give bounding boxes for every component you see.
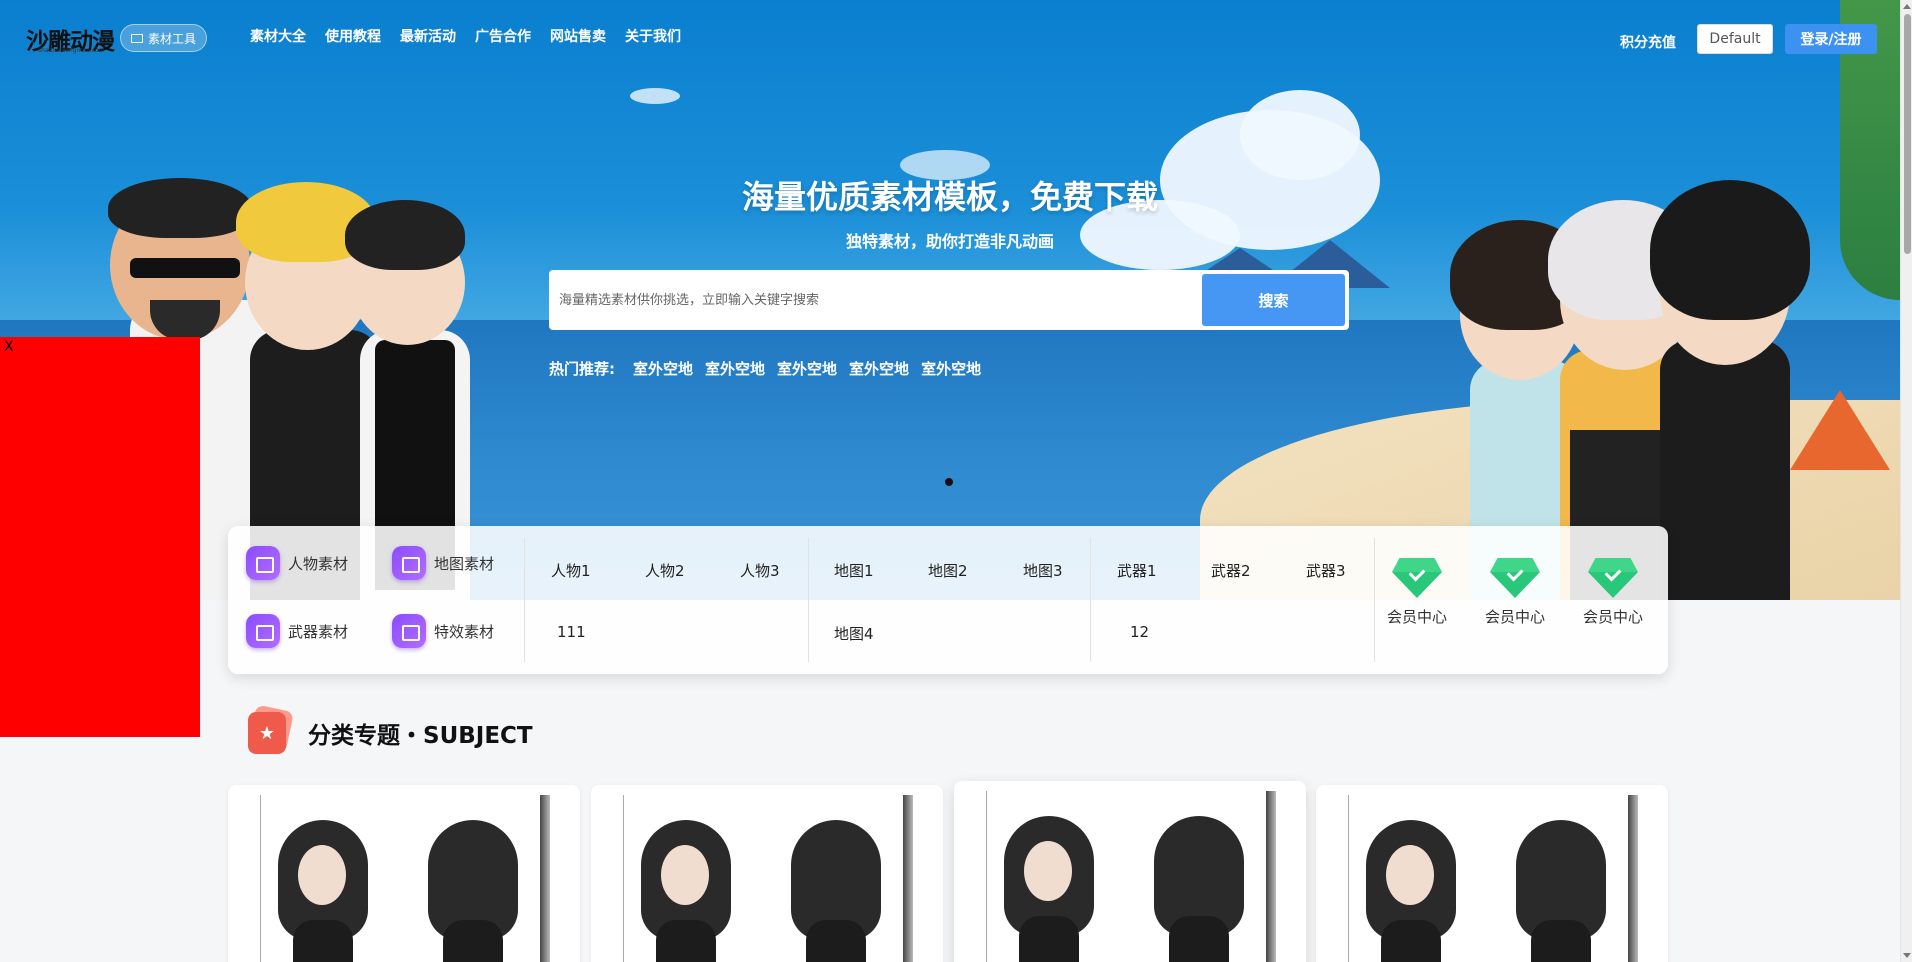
map-link[interactable]: 地图4 [834, 623, 874, 644]
hot-item[interactable]: 室外空地 [633, 358, 693, 379]
weapon-link[interactable]: 12 [1130, 623, 1149, 641]
people-link[interactable]: 人物3 [740, 560, 780, 581]
nav-item-materials[interactable]: 素材大全 [250, 26, 306, 46]
vip-center-1[interactable]: 会员中心 [1377, 558, 1457, 627]
hot-item[interactable]: 室外空地 [849, 358, 909, 379]
map-link[interactable]: 地图1 [834, 560, 874, 581]
category-maps[interactable]: 地图素材 [392, 546, 494, 580]
vip-label: 会员中心 [1582, 608, 1643, 626]
hero-title: 海量优质素材模板，免费下载 [741, 178, 1158, 216]
diamond-icon [1588, 558, 1638, 598]
main-nav: 素材大全 使用教程 最新活动 广告合作 网站售卖 关于我们 [250, 26, 681, 46]
effect-material-icon [392, 614, 426, 648]
search-input[interactable] [559, 280, 1199, 320]
material-tool-button[interactable]: 素材工具 [120, 24, 208, 52]
divider [1374, 538, 1375, 662]
nav-item-ads[interactable]: 广告合作 [475, 26, 531, 46]
card-thumbnail [1154, 816, 1244, 962]
monitor-icon [131, 33, 143, 43]
nav-item-site-sale[interactable]: 网站售卖 [550, 26, 606, 46]
category-weapons[interactable]: 武器素材 [246, 614, 348, 648]
weapon-link[interactable]: 武器1 [1117, 560, 1157, 581]
vip-label: 会员中心 [1386, 608, 1447, 626]
login-register-button[interactable]: 登录/注册 [1785, 24, 1877, 54]
category-people[interactable]: 人物素材 [246, 546, 348, 580]
card-thumbnail [791, 820, 881, 962]
site-logo-sub: shadiaodongman.com [38, 47, 105, 54]
diamond-icon [1392, 558, 1442, 598]
hero-subtitle: 独特素材，助你打造非凡动画 [845, 232, 1054, 251]
subject-card[interactable] [591, 785, 943, 962]
card-thumbnail [1366, 820, 1456, 962]
section-title: 分类专题・SUBJECT [308, 723, 533, 749]
carousel-dot[interactable] [945, 478, 953, 486]
weapon-material-icon [246, 614, 280, 648]
floating-ad-box[interactable]: X [0, 337, 200, 737]
category-label: 特效素材 [434, 622, 495, 641]
card-thumbnail [641, 820, 731, 962]
weapon-link[interactable]: 武器3 [1306, 560, 1346, 581]
card-thumbnail [1004, 816, 1094, 962]
category-effects[interactable]: 特效素材 [392, 614, 494, 648]
people-link[interactable]: 人物1 [551, 560, 591, 581]
divider [524, 538, 525, 662]
search-button[interactable]: 搜索 [1202, 274, 1345, 326]
people-link[interactable]: 111 [557, 623, 586, 641]
category-label: 武器素材 [288, 622, 349, 641]
vip-center-2[interactable]: 会员中心 [1475, 558, 1555, 627]
vip-center-3[interactable]: 会员中心 [1573, 558, 1653, 627]
subject-card[interactable] [1316, 785, 1668, 962]
divider [1090, 538, 1091, 662]
map-link[interactable]: 地图2 [928, 560, 968, 581]
people-link[interactable]: 人物2 [645, 560, 685, 581]
category-label: 人物素材 [288, 554, 349, 573]
scrollbar-thumb[interactable] [1904, 14, 1911, 254]
nav-item-tutorial[interactable]: 使用教程 [325, 26, 381, 46]
card-thumbnail [428, 820, 518, 962]
cloud [1240, 90, 1360, 180]
card-thumbnail [1516, 820, 1606, 962]
subject-card[interactable] [954, 781, 1306, 962]
cloud [630, 88, 680, 104]
star-badge-icon: ★ [246, 704, 294, 754]
default-button[interactable]: Default [1697, 24, 1773, 54]
points-recharge-link[interactable]: 积分充值 [1620, 32, 1676, 52]
page-scrollbar[interactable] [1900, 0, 1912, 962]
people-material-icon [246, 546, 280, 580]
close-ad-button[interactable]: X [4, 339, 14, 355]
scroll-down-arrow-icon[interactable] [1903, 953, 1911, 958]
hot-recommend: 热门推荐: 室外空地 室外空地 室外空地 室外空地 室外空地 [549, 358, 981, 379]
map-link[interactable]: 地图3 [1023, 560, 1063, 581]
map-material-icon [392, 546, 426, 580]
nav-item-about[interactable]: 关于我们 [625, 26, 681, 46]
category-panel: 人物素材 地图素材 武器素材 特效素材 人物1 人物2 人物3 111 地图1 … [228, 526, 1668, 674]
nav-item-events[interactable]: 最新活动 [400, 26, 456, 46]
divider [808, 538, 809, 662]
diamond-icon [1490, 558, 1540, 598]
card-thumbnail [278, 820, 368, 962]
material-tool-label: 素材工具 [148, 31, 197, 46]
hot-item[interactable]: 室外空地 [921, 358, 981, 379]
weapon-link[interactable]: 武器2 [1211, 560, 1251, 581]
hot-item[interactable]: 室外空地 [777, 358, 837, 379]
category-label: 地图素材 [434, 554, 495, 573]
search-box: 搜索 [549, 270, 1349, 330]
hot-item[interactable]: 室外空地 [705, 358, 765, 379]
vip-label: 会员中心 [1484, 608, 1545, 626]
top-navbar: 沙雕动漫 shadiaodongman.com 素材工具 素材大全 使用教程 最… [0, 0, 1900, 80]
hot-label: 热门推荐: [549, 360, 615, 378]
scroll-up-arrow-icon[interactable] [1903, 4, 1911, 9]
subject-card[interactable] [228, 785, 580, 962]
